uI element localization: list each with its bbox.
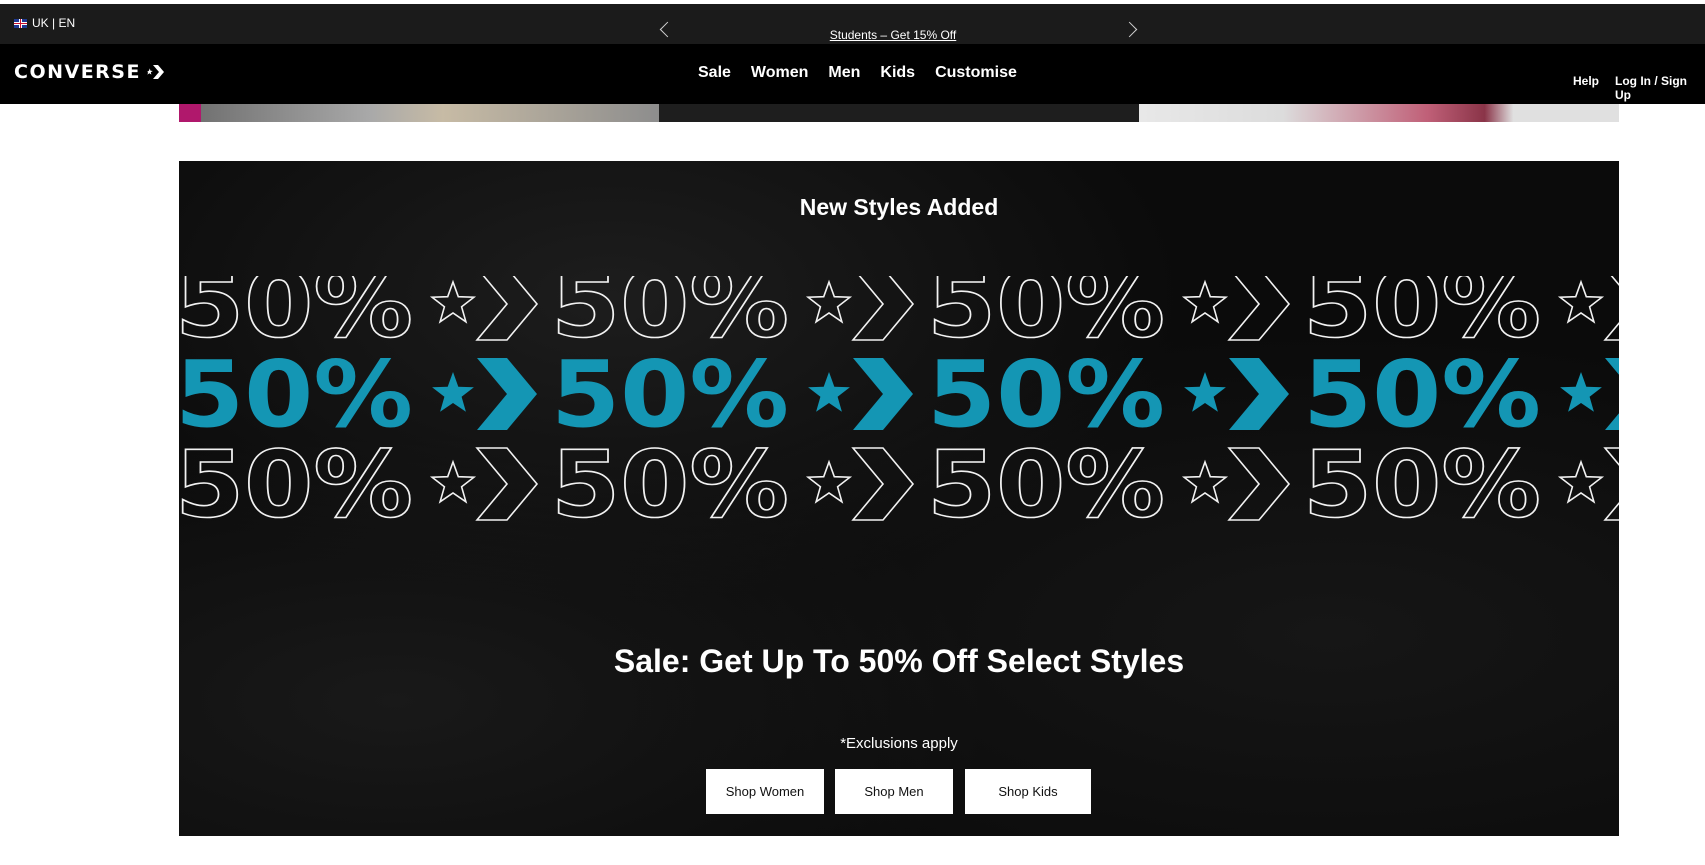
star-chevron-icon [805,447,915,521]
banner-image [1139,104,1619,122]
star-chevron-icon [432,358,537,430]
promo-link[interactable]: Students – Get 15% Off [760,28,1026,42]
star-chevron-icon [1557,447,1619,521]
star-chevron-icon [1184,358,1289,430]
nav-sale[interactable]: Sale [698,64,731,82]
shop-kids-button[interactable]: Shop Kids [965,769,1091,814]
nav-men[interactable]: Men [828,64,860,82]
star-chevron-icon [429,447,539,521]
marquee-text: 50% [179,431,413,526]
star-chevron-icon [808,358,913,430]
help-link[interactable]: Help [1573,74,1599,88]
hero-eyebrow: New Styles Added [799,194,999,220]
uk-flag-icon [14,18,27,28]
star-chevron-icon [1560,358,1619,430]
chevron-right-icon[interactable] [1121,21,1138,38]
hero-title: Sale: Get Up To 50% Off Select Styles [613,643,1185,679]
star-chevron-icon [146,65,164,79]
converse-logo[interactable]: CONVERSE [14,61,165,83]
star-chevron-icon [1181,447,1291,521]
marquee-text: 50% [1303,431,1541,526]
marquee-text: 50% [927,431,1165,526]
locale-label: UK | EN [32,16,76,30]
main-nav: Sale Women Men Kids Customise [690,64,1017,82]
promo-bar: UK | EN Students – Get 15% Off [0,0,1705,44]
star-chevron-icon [1557,276,1619,341]
top-edge [0,0,1705,4]
star-chevron-icon [429,276,539,341]
marquee-text: 50% [551,431,789,526]
shop-men-button[interactable]: Shop Men [835,769,953,814]
previous-banner-strip [179,104,1619,122]
fifty-percent-marquee: 50%50%50%50%50%50%50%50%50%50%50%50%50%5… [179,276,1619,526]
chevron-left-icon[interactable] [659,21,676,38]
main-header: CONVERSE Sale Women Men Kids Customise H… [0,44,1705,104]
banner-image [659,104,1139,122]
star-chevron-icon [1181,276,1291,341]
locale-selector[interactable]: UK | EN [14,16,75,30]
star-chevron-icon [805,276,915,341]
shop-women-button[interactable]: Shop Women [706,769,824,814]
nav-women[interactable]: Women [751,64,808,82]
banner-image [179,104,659,122]
nav-kids[interactable]: Kids [880,64,915,82]
logo-text: CONVERSE [14,61,141,83]
login-link[interactable]: Log In / Sign Up [1615,74,1705,102]
nav-customise[interactable]: Customise [935,64,1017,82]
sale-hero-banner: New Styles Added 50% 50% 50% 50% 50% 50% 50% 50… [179,161,1619,836]
exclusions-note: *Exclusions apply [840,735,958,752]
